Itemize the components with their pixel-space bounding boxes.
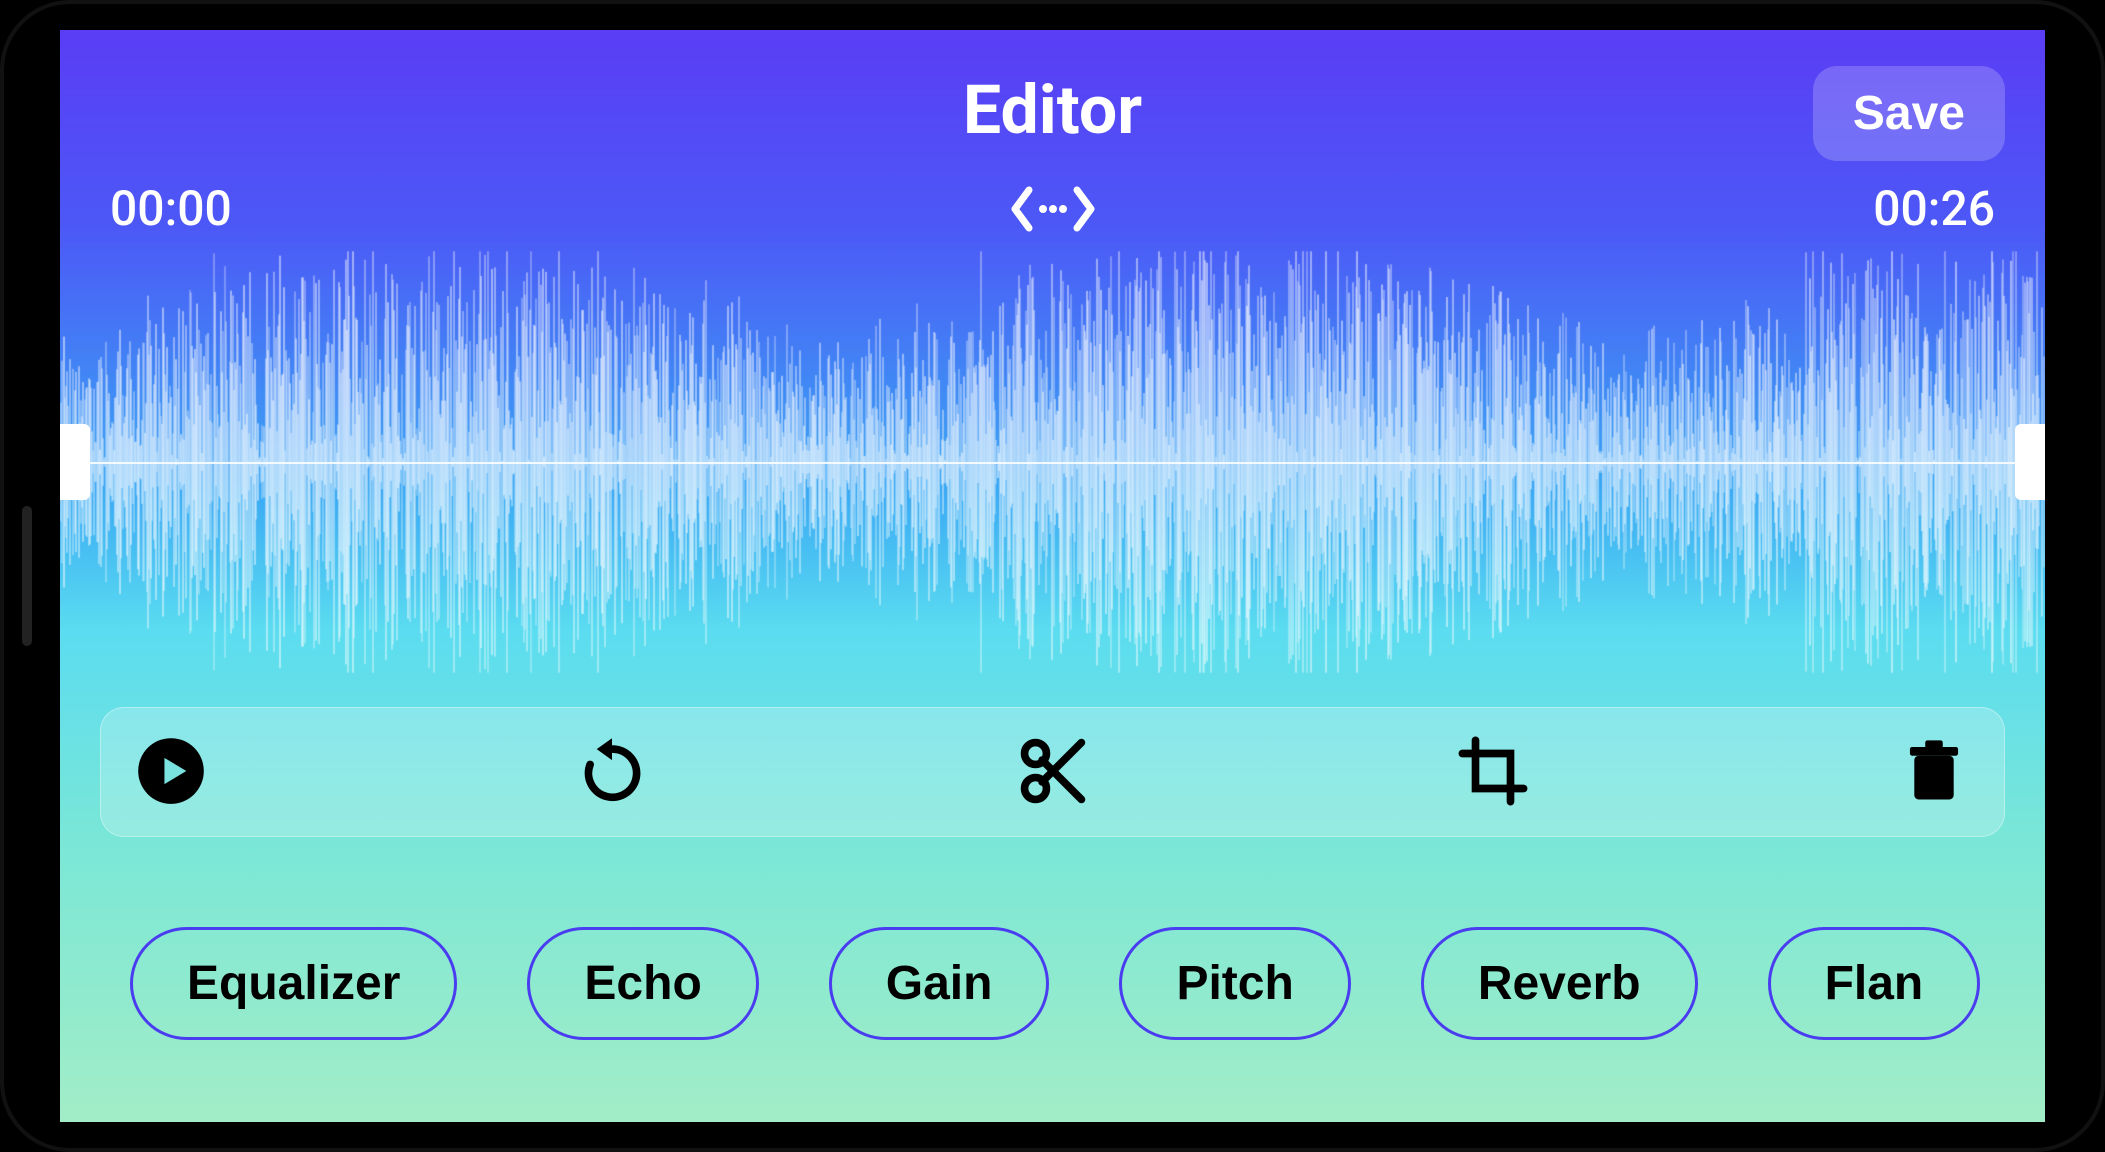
effect-equalizer[interactable]: Equalizer (130, 927, 457, 1040)
waveform-midline (60, 462, 2045, 464)
effect-gain[interactable]: Gain (829, 927, 1050, 1040)
cut-button[interactable] (1013, 732, 1093, 812)
effect-reverb[interactable]: Reverb (1421, 927, 1698, 1040)
waveform[interactable] (60, 247, 2045, 677)
trim-handle-right[interactable] (2015, 424, 2045, 500)
page-title: Editor (963, 70, 1142, 150)
time-end: 00:26 (1873, 180, 1995, 237)
time-start: 00:00 (110, 180, 232, 237)
time-row: 00:00 00:26 (60, 150, 2045, 237)
effect-pitch[interactable]: Pitch (1119, 927, 1350, 1040)
undo-button[interactable] (572, 732, 652, 812)
crop-icon (1458, 736, 1528, 809)
trim-handle-left[interactable] (60, 424, 90, 500)
cut-icon (1018, 736, 1088, 809)
toolbar (100, 707, 2005, 837)
play-button[interactable] (131, 732, 211, 812)
effects-row[interactable]: Equalizer Echo Gain Pitch Reverb Flan (60, 927, 2045, 1040)
effect-flanger[interactable]: Flan (1768, 927, 1981, 1040)
crop-button[interactable] (1453, 732, 1533, 812)
header: Editor Save (60, 30, 2045, 150)
expand-horizontal-icon[interactable] (1011, 184, 1095, 234)
trash-icon (1899, 736, 1969, 809)
play-icon (136, 736, 206, 809)
delete-button[interactable] (1894, 732, 1974, 812)
save-button[interactable]: Save (1813, 66, 2005, 161)
effect-echo[interactable]: Echo (527, 927, 758, 1040)
screen: Editor Save 00:00 00:26 (60, 30, 2045, 1122)
device-frame: Editor Save 00:00 00:26 (0, 0, 2105, 1152)
undo-icon (577, 736, 647, 809)
device-speaker (22, 506, 32, 646)
